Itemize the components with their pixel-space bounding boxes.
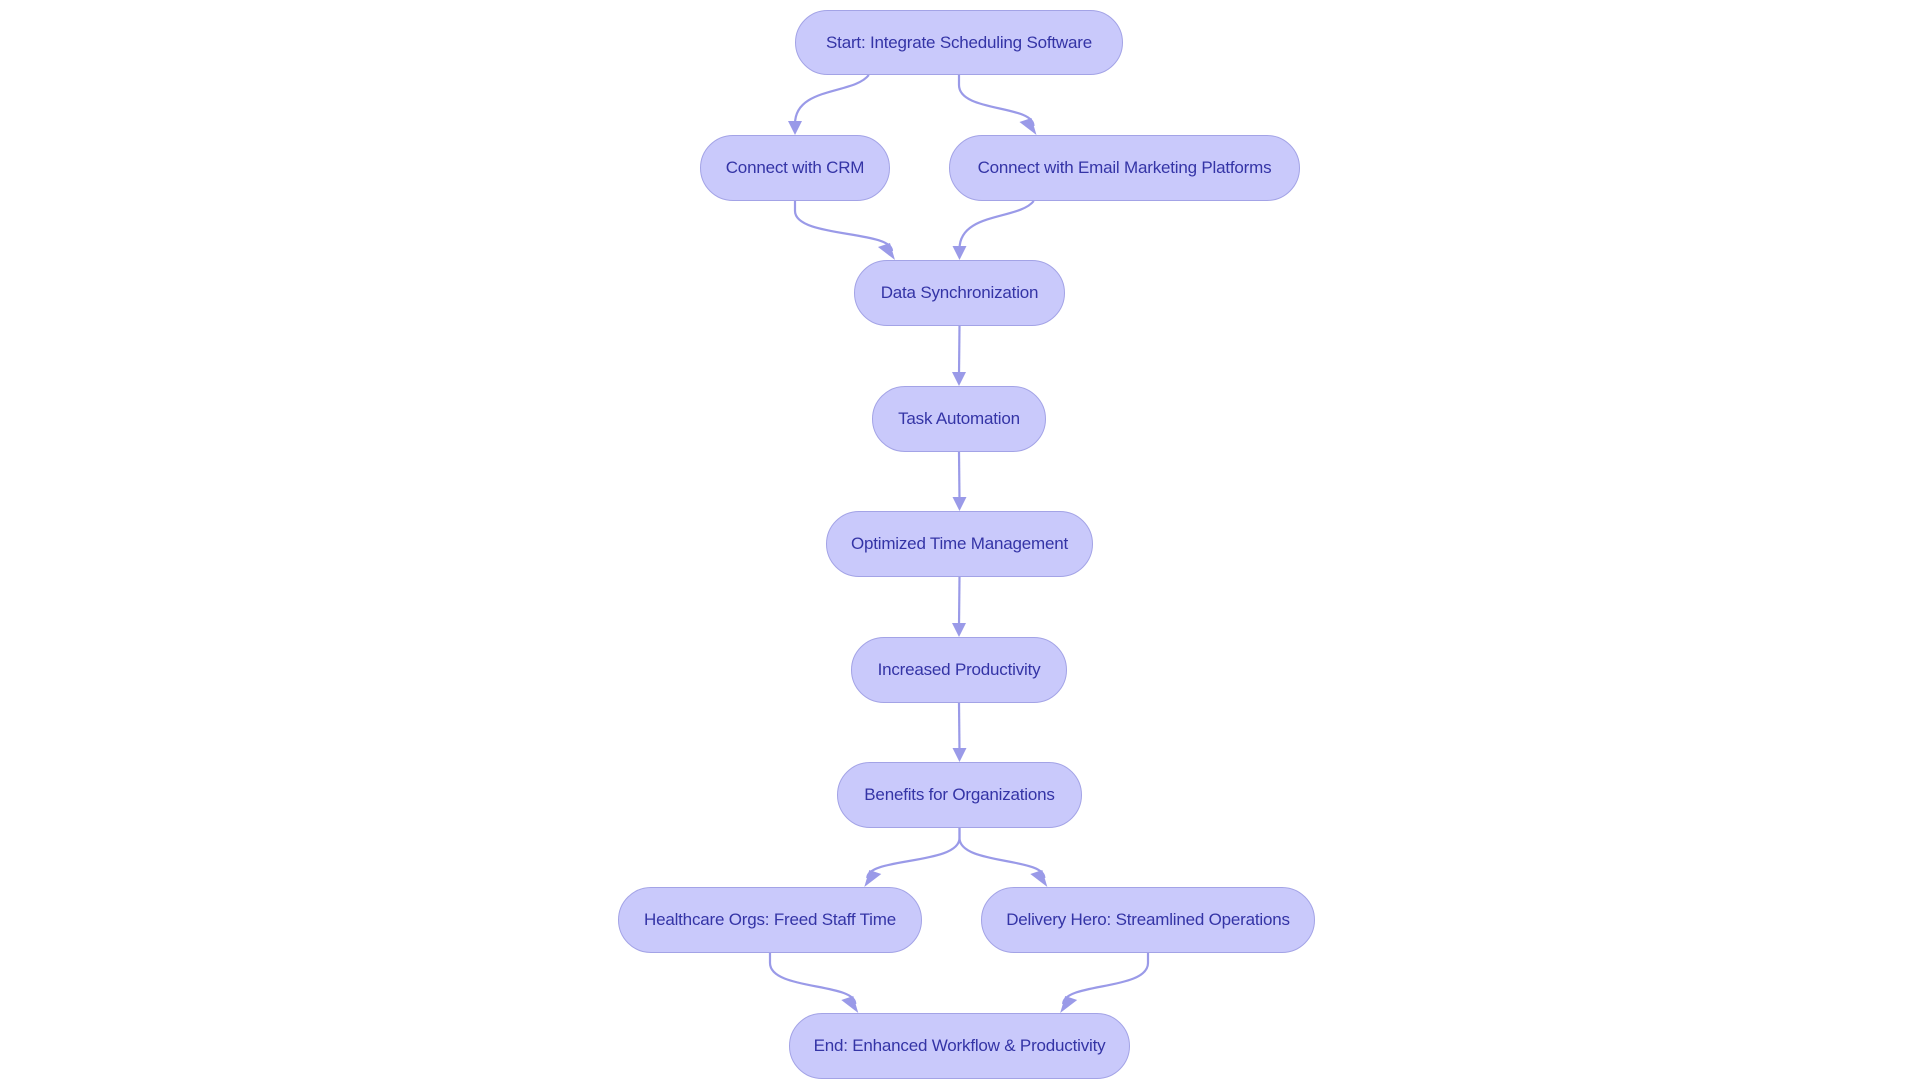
arrowhead-icon (952, 372, 966, 386)
edge-email-to-sync (958, 200, 1035, 250)
arrowhead-icon (952, 246, 967, 260)
edge-time-to-prod (957, 576, 961, 627)
edge-task-to-time (957, 451, 961, 501)
node-label: Benefits for Organizations (864, 785, 1055, 804)
node-benefits: Benefits for Organizations (837, 762, 1082, 828)
edge-benefits-to-delivery (958, 828, 1046, 879)
edge-crm-to-sync (793, 201, 894, 252)
arrowhead-icon (952, 748, 967, 762)
node-start: Start: Integrate Scheduling Software (795, 10, 1123, 75)
arrowhead-icon (841, 996, 859, 1013)
node-time-management: Optimized Time Management (826, 511, 1093, 577)
node-connect-crm: Connect with CRM (700, 135, 890, 201)
edge-start-to-email (957, 75, 1035, 127)
node-label: Data Synchronization (880, 283, 1039, 302)
arrowhead-icon (1030, 870, 1048, 887)
node-label: Increased Productivity (877, 660, 1041, 679)
node-label: Optimized Time Management (850, 534, 1069, 553)
node-increased-productivity: Increased Productivity (851, 637, 1067, 703)
node-label: Task Automation (898, 409, 1020, 428)
node-label: Delivery Hero: Streamlined Operations (1006, 910, 1290, 929)
edge-delivery-to-end (1062, 953, 1150, 1005)
arrowhead-icon (1019, 118, 1037, 135)
node-healthcare: Healthcare Orgs: Freed Staff Time (618, 887, 922, 953)
node-label: Start: Integrate Scheduling Software (826, 32, 1092, 52)
node-label: Connect with CRM (725, 158, 865, 177)
arrowhead-icon (877, 243, 895, 260)
arrowhead-icon (788, 121, 802, 135)
edge-benefits-to-health (866, 828, 961, 879)
edge-start-to-crm (793, 74, 870, 125)
node-delivery-hero: Delivery Hero: Streamlined Operations (981, 887, 1315, 953)
node-label: End: Enhanced Workflow & Productivity (813, 1036, 1106, 1055)
node-label: Healthcare Orgs: Freed Staff Time (644, 910, 896, 929)
edge-health-to-end (768, 953, 857, 1005)
node-label: Connect with Email Marketing Platforms (977, 158, 1272, 177)
edge-prod-to-benefits (957, 702, 961, 752)
arrowhead-icon (1060, 996, 1078, 1013)
node-data-sync: Data Synchronization (854, 260, 1065, 326)
arrowhead-icon (952, 623, 966, 637)
node-task-automation: Task Automation (872, 386, 1046, 452)
node-connect-email: Connect with Email Marketing Platforms (949, 135, 1300, 201)
arrowhead-icon (952, 497, 967, 511)
node-end: End: Enhanced Workflow & Productivity (789, 1013, 1130, 1079)
arrowhead-icon (864, 870, 882, 887)
edge-sync-to-task (957, 325, 961, 376)
